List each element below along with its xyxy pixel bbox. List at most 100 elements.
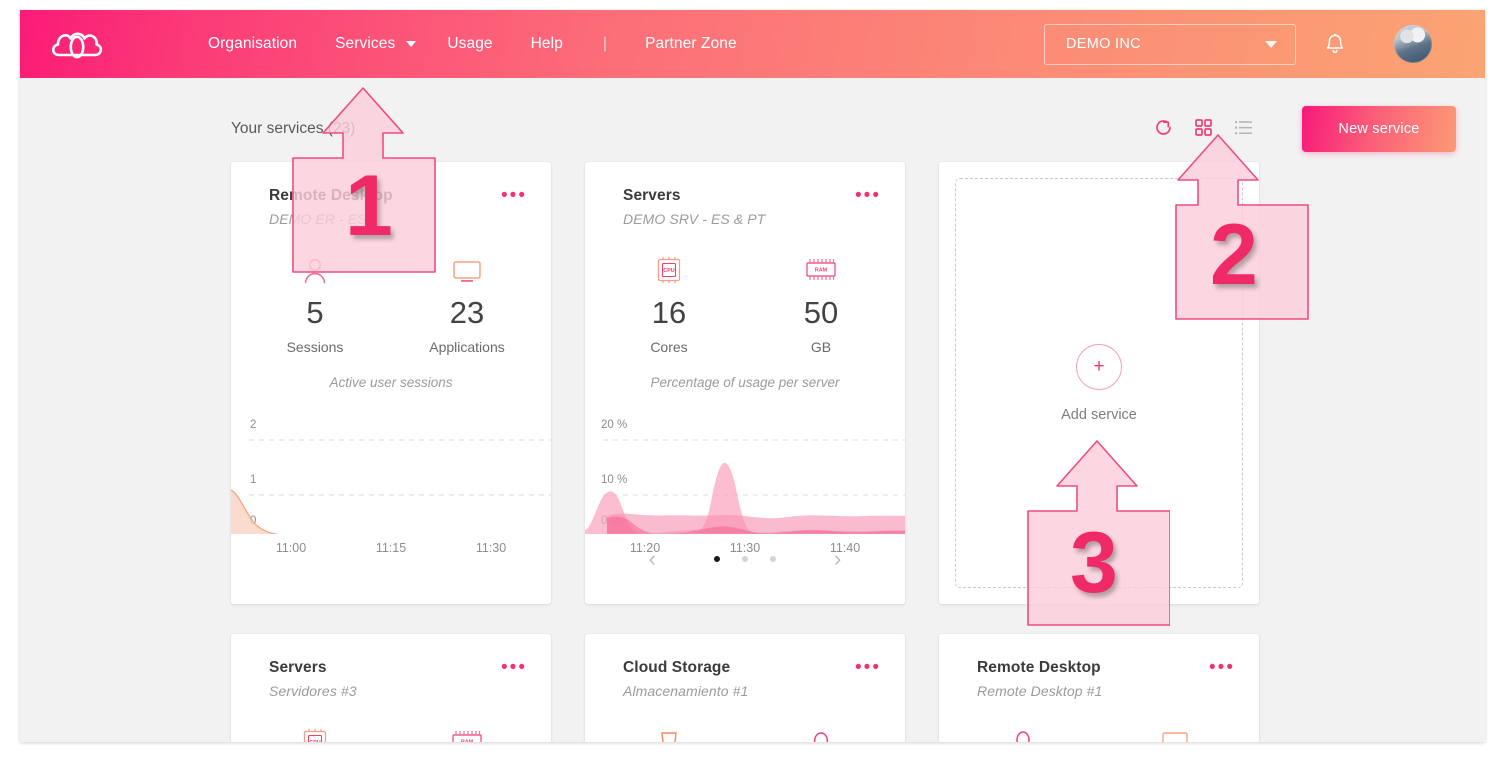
metric-value: 50 (803, 295, 839, 330)
nav-item-partner-zone[interactable]: Partner Zone (645, 35, 737, 53)
grid-view-icon[interactable] (1194, 118, 1213, 137)
svg-text:CPU: CPU (663, 268, 674, 274)
chart-sessions: 2 1 0 11:00 11:15 11:30 (231, 402, 551, 555)
nav-label: Organisation (208, 35, 298, 52)
cpu-icon: CPU (630, 251, 708, 285)
more-options-icon[interactable]: ••• (501, 186, 527, 205)
card-title: Remote Desktop (269, 187, 393, 204)
card-header: Remote Desktop Remote Desktop #1 ••• (939, 634, 1259, 699)
organisation-selector[interactable]: DEMO INC (1044, 23, 1296, 65)
nav-item-organisation[interactable]: Organisation (208, 35, 297, 53)
card-header: Cloud Storage Almacenamiento #1 ••• (585, 634, 905, 699)
chart-server-usage: 20 % 10 % 0 % 11:20 (585, 402, 905, 555)
header-right-zone: DEMO INC (1044, 10, 1485, 78)
metric-caption: Sessions (286, 339, 344, 355)
x-tick: 11:20 (629, 541, 661, 555)
plus-icon[interactable]: + (1076, 343, 1122, 390)
nav-item-usage[interactable]: Usage (447, 35, 492, 53)
pagination-dot[interactable] (742, 556, 748, 562)
bucket-icon (630, 723, 708, 742)
nav-label: Services (335, 35, 396, 52)
browser-viewport: Organisation Services Usage Help | Partn… (20, 10, 1485, 742)
x-tick: 11:40 (829, 541, 861, 555)
chevron-down-icon (406, 41, 417, 47)
nav-separator: | (602, 35, 608, 52)
list-view-icon[interactable] (1234, 118, 1253, 137)
services-grid: Remote Desktop DEMO ER - ES ••• 5 Sessio… (231, 162, 1266, 742)
ram-icon: RAM (782, 251, 860, 285)
refresh-icon[interactable] (1154, 118, 1173, 137)
service-card-remote-desktop[interactable]: Remote Desktop DEMO ER - ES ••• 5 Sessio… (231, 162, 551, 604)
card-titles: Servers Servidores #3 (269, 659, 357, 699)
svg-text:2: 2 (250, 419, 256, 431)
card-title: Servers (269, 659, 327, 676)
svg-text:RAM: RAM (815, 268, 828, 274)
metric-caption: Cores (650, 339, 688, 355)
chart-caption: Percentage of usage per server (650, 375, 840, 390)
chart-svg: 20 % 10 % 0 % (585, 419, 905, 534)
card-header: Servers DEMO SRV - ES & PT ••• (585, 162, 905, 227)
nav-item-services[interactable]: Services (335, 35, 417, 53)
add-service-label: Add service (1061, 406, 1137, 423)
nav-label: Help (530, 35, 563, 52)
chart-caption: Active user sessions (329, 375, 453, 390)
x-tick: 11:15 (375, 541, 407, 555)
user-avatar[interactable] (1394, 25, 1432, 63)
pagination-dot[interactable] (714, 556, 720, 562)
chevron-down-icon (1265, 40, 1277, 48)
card-title: Servers (623, 187, 681, 204)
card-metrics: CPU RAM (231, 723, 551, 742)
cpu-icon: CPU (276, 723, 354, 742)
service-card-cloud-storage[interactable]: Cloud Storage Almacenamiento #1 ••• (585, 634, 905, 742)
chart-x-axis: 11:20 11:30 11:40 (585, 541, 905, 555)
x-tick: 11:30 (729, 541, 761, 555)
pagination-dot[interactable] (770, 556, 776, 562)
metric-value: 23 (449, 295, 485, 330)
card-titles: Cloud Storage Almacenamiento #1 (623, 659, 748, 699)
metric-sessions: 5 Sessions (276, 251, 354, 355)
card-header: Servers Servidores #3 ••• (231, 634, 551, 699)
new-service-button[interactable]: New service (1302, 106, 1456, 152)
card-title: Cloud Storage (623, 659, 731, 676)
metric-ram: RAM 50 GB (782, 251, 860, 355)
service-card-remote-desktop-1[interactable]: Remote Desktop Remote Desktop #1 ••• (939, 634, 1259, 742)
more-options-icon[interactable]: ••• (855, 658, 881, 677)
nav-label: Partner Zone (645, 35, 737, 52)
x-tick: 11:00 (275, 541, 307, 555)
notification-bell-icon[interactable] (1324, 32, 1346, 56)
chart-svg: 2 1 0 (231, 419, 551, 534)
more-options-icon[interactable]: ••• (855, 186, 881, 205)
card-titles: Remote Desktop Remote Desktop #1 (977, 659, 1102, 699)
card-subtitle: Almacenamiento #1 (623, 683, 749, 699)
user-icon (984, 723, 1062, 742)
nav-item-help[interactable]: Help (531, 35, 563, 53)
add-service-card[interactable]: + Add service (939, 162, 1259, 604)
circle-icon (782, 723, 860, 742)
metric-value: 5 (306, 295, 324, 330)
metric-cores: CPU (276, 723, 354, 742)
screenshot-root: Organisation Services Usage Help | Partn… (0, 0, 1504, 762)
more-options-icon[interactable]: ••• (501, 658, 527, 677)
nav-label: Usage (447, 35, 493, 52)
monitor-icon (428, 251, 506, 285)
view-controls (1154, 118, 1253, 137)
service-card-servers[interactable]: Servers DEMO SRV - ES & PT ••• CPU 16 Co… (585, 162, 905, 604)
more-options-icon[interactable]: ••• (1209, 658, 1235, 677)
monitor-icon (1136, 723, 1214, 742)
metric-caption: Applications (429, 339, 505, 355)
user-icon (276, 251, 354, 285)
svg-text:1: 1 (250, 474, 256, 486)
card-subtitle: Remote Desktop #1 (977, 683, 1103, 699)
services-toolbar: Your services (23) New service (20, 78, 1485, 154)
cloud-logo-icon[interactable] (49, 26, 105, 62)
service-card-servers-3[interactable]: Servers Servidores #3 ••• CPU (231, 634, 551, 742)
metric-ram: RAM (428, 723, 506, 742)
chart-x-axis: 11:00 11:15 11:30 (231, 541, 551, 555)
metric-storage (630, 723, 708, 742)
pagination-dots (714, 556, 776, 562)
svg-text:CPU: CPU (309, 740, 320, 742)
card-title: Remote Desktop (977, 659, 1101, 676)
card-subtitle: DEMO ER - ES (269, 211, 367, 227)
card-metrics (939, 723, 1259, 742)
add-service-dropzone[interactable]: + Add service (955, 178, 1243, 588)
